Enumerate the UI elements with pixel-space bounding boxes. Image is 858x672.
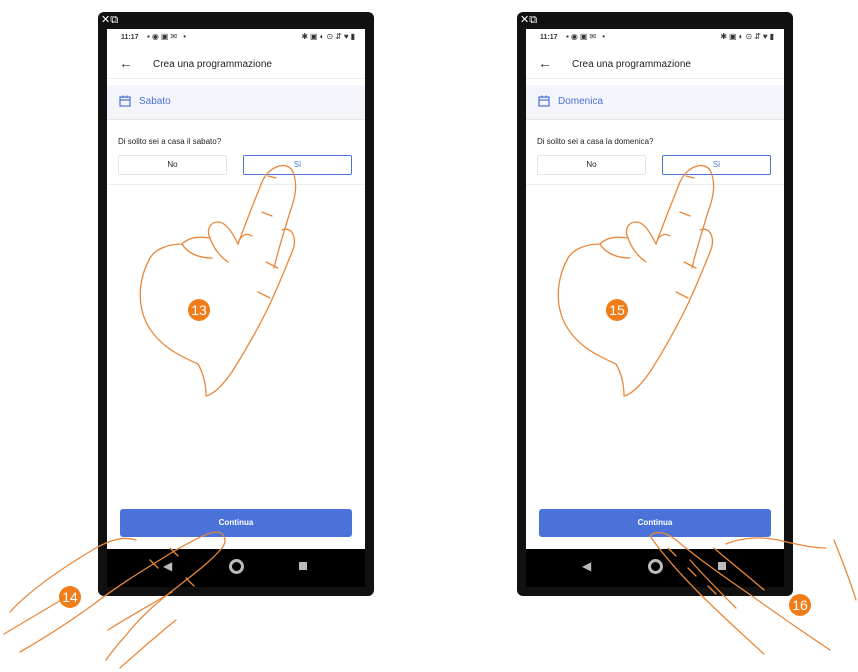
option-si-button[interactable]: Sì xyxy=(243,155,352,175)
phone-frame-right: ✕⧉ 11:17 ▪◉▣✉ • ✱▣◐⊙⇵♥▮ ← Crea una progr… xyxy=(517,12,793,596)
divider xyxy=(526,184,784,185)
nav-recents-icon[interactable] xyxy=(299,562,307,570)
app-bar: ← Crea una programmazione xyxy=(526,52,784,79)
back-arrow-icon[interactable]: ← xyxy=(538,55,552,71)
app-bar: ← Crea una programmazione xyxy=(107,52,365,79)
phone-frame-left: ✕⧉ 11:17 ▪◉▣✉ • ✱▣◐⊙⇵♥▮ ← Crea una progr… xyxy=(98,12,374,596)
back-arrow-icon[interactable]: ← xyxy=(119,55,133,71)
nav-back-icon[interactable]: ◀ xyxy=(163,559,172,573)
system-icons: ✱▣◐⊙⇵♥▮ xyxy=(301,32,357,41)
calendar-icon xyxy=(119,95,131,107)
app-screen-right: 11:17 ▪◉▣✉ • ✱▣◐⊙⇵♥▮ ← Crea una programm… xyxy=(526,29,784,549)
continue-button[interactable]: Continua xyxy=(120,509,352,537)
close-icon[interactable]: ✕⧉ xyxy=(101,13,118,27)
option-no-button[interactable]: No xyxy=(537,155,646,175)
nav-home-icon[interactable] xyxy=(648,559,663,574)
nav-back-icon[interactable]: ◀ xyxy=(582,559,591,573)
status-bar: 11:17 ▪◉▣✉ • ✱▣◐⊙⇵♥▮ xyxy=(107,29,365,49)
status-time: 11:17 xyxy=(121,34,139,41)
notification-icons: ▪◉▣✉ • xyxy=(147,32,189,41)
calendar-icon xyxy=(538,95,550,107)
question-text: Di solito sei a casa la domenica? xyxy=(537,137,654,146)
status-time: 11:17 xyxy=(540,34,558,41)
system-icons: ✱▣◐⊙⇵♥▮ xyxy=(720,32,776,41)
notification-icons: ▪◉▣✉ • xyxy=(566,32,608,41)
page-title: Crea una programmazione xyxy=(153,59,272,70)
question-text: Di solito sei a casa il sabato? xyxy=(118,137,222,146)
android-nav-bar: ◀ xyxy=(107,549,365,587)
nav-home-icon[interactable] xyxy=(229,559,244,574)
option-no-button[interactable]: No xyxy=(118,155,227,175)
app-screen-left: 11:17 ▪◉▣✉ • ✱▣◐⊙⇵♥▮ ← Crea una programm… xyxy=(107,29,365,549)
day-selector[interactable]: Domenica xyxy=(526,85,784,120)
status-bar: 11:17 ▪◉▣✉ • ✱▣◐⊙⇵♥▮ xyxy=(526,29,784,49)
step-badge-14-label: 14 xyxy=(62,589,78,605)
option-si-button[interactable]: Sì xyxy=(662,155,771,175)
step-badge-14 xyxy=(59,586,81,608)
page-title: Crea una programmazione xyxy=(572,59,691,70)
continue-button[interactable]: Continua xyxy=(539,509,771,537)
divider xyxy=(107,184,365,185)
day-label: Domenica xyxy=(558,96,604,107)
nav-recents-icon[interactable] xyxy=(718,562,726,570)
day-selector[interactable]: Sabato xyxy=(107,85,365,120)
step-badge-16 xyxy=(789,594,811,616)
close-icon[interactable]: ✕⧉ xyxy=(520,13,537,27)
day-label: Sabato xyxy=(139,96,171,107)
step-badge-16-label: 16 xyxy=(792,597,808,613)
android-nav-bar: ◀ xyxy=(526,549,784,587)
